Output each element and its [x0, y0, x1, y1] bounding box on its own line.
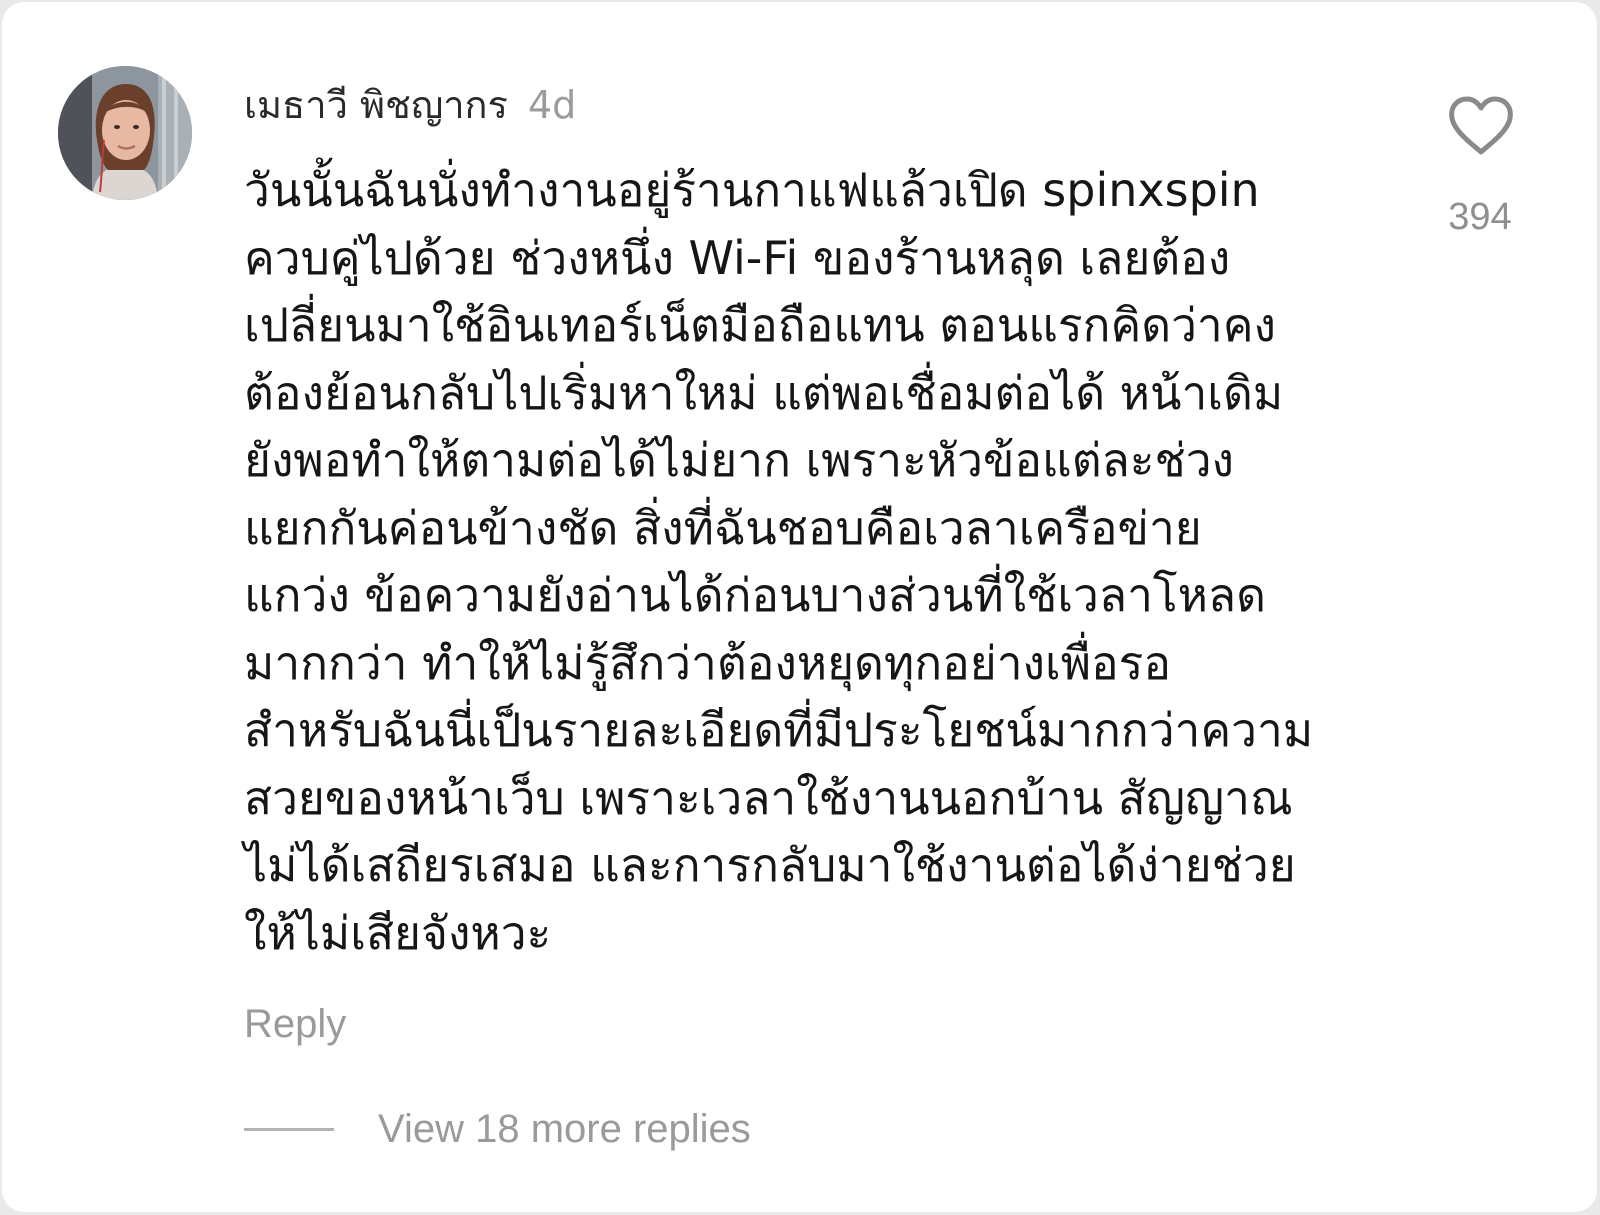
like-button[interactable]: [1446, 94, 1516, 158]
comment-line: แกว่ง ข้อความยังอ่านได้ก่อนบางส่วนที่ใช้…: [244, 568, 1266, 622]
comment-timestamp: 4d: [527, 83, 577, 127]
comment-line: วันนั้นฉันนั่งทำงานอยู่ร้านกาแฟแล้วเปิด …: [244, 163, 1260, 217]
avatar[interactable]: [58, 66, 192, 200]
comment-line: ต้องย้อนกลับไปเริ่มหาใหม่ แต่พอเชื่อมต่อ…: [244, 365, 1284, 420]
avatar-photo: [58, 66, 192, 200]
reply-button[interactable]: Reply: [244, 1002, 346, 1047]
comment-line: สวยของหน้าเว็บ เพราะเวลาใช้งานนอกบ้าน สั…: [244, 770, 1293, 825]
author-name[interactable]: เมธาวี พิชญากร: [244, 74, 508, 135]
comment-line: ควบคู่ไปด้วย ช่วงหนึ่ง Wi-Fi ของร้านหลุด…: [244, 230, 1231, 285]
view-more-replies-button[interactable]: View 18 more replies: [244, 1107, 751, 1152]
comment-line: ไม่ได้เสถียรเสมอ และการกลับมาใช้งานต่อได…: [244, 838, 1296, 892]
comment-body: วันนั้นฉันนั่งทำงานอยู่ร้านกาแฟแล้วเปิด …: [244, 157, 1384, 967]
comment-line: เปลี่ยนมาใช้อินเทอร์เน็ตมือถือแทน ตอนแรก…: [244, 298, 1276, 352]
comment-line: ให้ไม่เสียจังหวะ: [244, 905, 552, 960]
comment-header: เมธาวี พิชญากร 4d: [244, 74, 576, 130]
comment-line: แยกกันค่อนข้างชัด สิ่งที่ฉันชอบคือเวลาเค…: [244, 500, 1202, 555]
comment-line: ยังพอทำให้ตามต่อได้ไม่ยาก เพราะหัวข้อแต่…: [244, 433, 1234, 487]
replies-divider: [244, 1128, 334, 1131]
comment-line: มากกว่า ทำให้ไม่รู้สึกว่าต้องหยุดทุกอย่า…: [244, 635, 1171, 690]
view-more-replies-label: View 18 more replies: [378, 1107, 751, 1151]
heart-outline-icon: [1449, 96, 1513, 155]
like-count: 394: [1448, 196, 1512, 238]
comment-card: เมธาวี พิชญากร 4d วันนั้นฉันนั่งทำงานอยู…: [2, 2, 1597, 1212]
comment-line: สำหรับฉันนี่เป็นรายละเอียดที่มีประโยชน์ม…: [244, 703, 1314, 757]
